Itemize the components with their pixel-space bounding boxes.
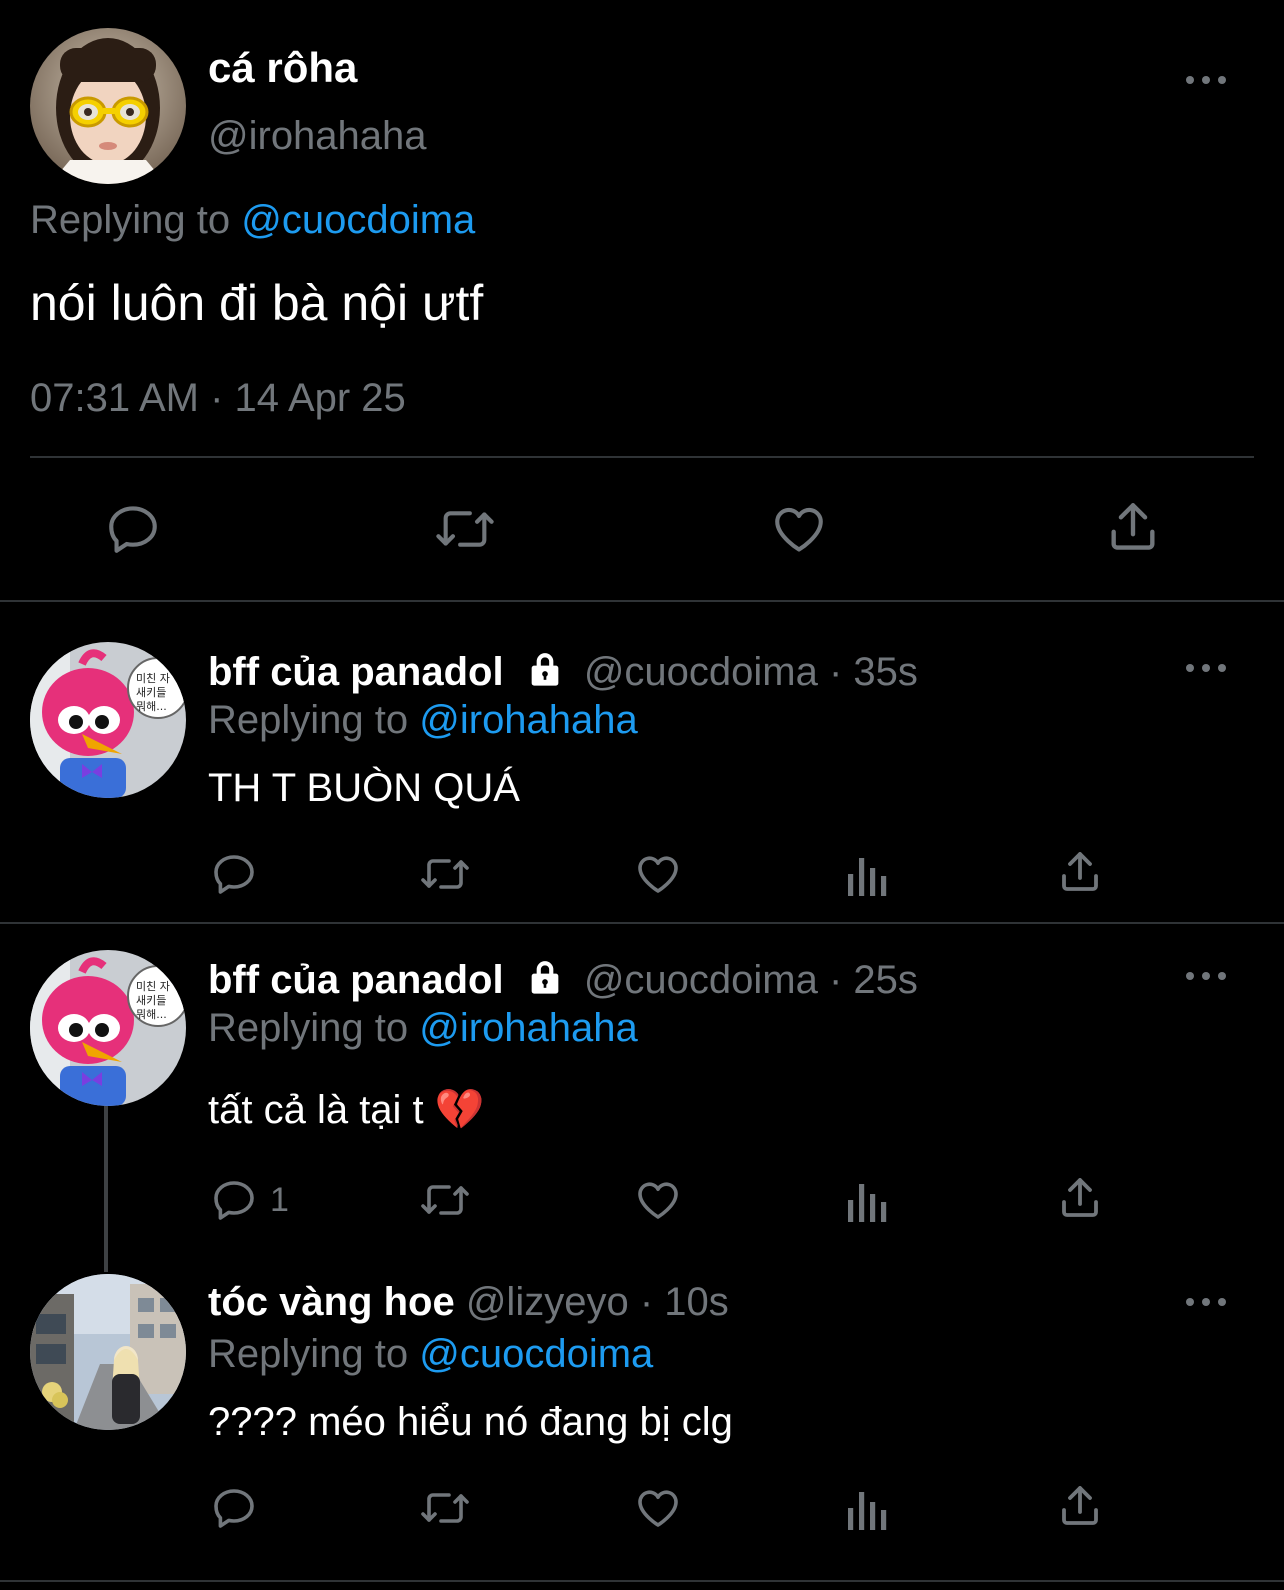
- user-handle[interactable]: @irohahaha: [208, 112, 427, 160]
- tweet-text: TH T BUÒN QUÁ: [208, 766, 520, 810]
- replying-to-label: Replying to: [208, 1006, 409, 1050]
- more-options-icon[interactable]: [1186, 1292, 1226, 1312]
- replying-to-label: Replying to: [208, 1332, 409, 1376]
- avatar[interactable]: [30, 1274, 186, 1430]
- display-name[interactable]: tóc vàng hoe: [208, 1280, 455, 1324]
- share-icon[interactable]: [1056, 1174, 1104, 1222]
- avatar-pink-bird-icon: 미친 자 새키들 뭐해...: [30, 950, 186, 1106]
- svg-text:미친 자: 미친 자: [136, 980, 170, 993]
- like-heart-icon[interactable]: [634, 1176, 682, 1224]
- tweet-text: tất cả là tại t 💔: [208, 1088, 485, 1132]
- svg-text:뭐해...: 뭐해...: [136, 699, 167, 713]
- lock-icon: [525, 649, 565, 700]
- author-line: bff của panadol @cuocdoima · 35s: [208, 648, 918, 700]
- analytics-icon[interactable]: [846, 1178, 890, 1224]
- replying-to-handle-link[interactable]: @cuocdoima: [419, 1332, 653, 1376]
- like-heart-icon[interactable]: [770, 500, 828, 558]
- share-icon[interactable]: [1056, 1482, 1104, 1530]
- replying-to-handle-link[interactable]: @irohahaha: [419, 698, 638, 742]
- svg-text:새키들: 새키들: [136, 994, 166, 1007]
- analytics-icon[interactable]: [846, 852, 890, 898]
- author-line: bff của panadol @cuocdoima · 25s: [208, 956, 918, 1008]
- avatar[interactable]: 미친 자 새키들 뭐해...: [30, 950, 186, 1106]
- lock-icon: [525, 957, 565, 1008]
- like-heart-icon[interactable]: [634, 1484, 682, 1532]
- more-options-icon[interactable]: [1186, 966, 1226, 986]
- retweet-icon[interactable]: [418, 850, 472, 898]
- tweet-text: ???? méo hiểu nó đang bị clg: [208, 1400, 733, 1444]
- replying-to-handle-link[interactable]: @cuocdoima: [241, 198, 475, 242]
- retweet-icon[interactable]: [418, 1484, 472, 1532]
- tweet-text: nói luôn đi bà nội ưtf: [30, 275, 484, 331]
- replying-to-line: Replying to @irohahaha: [208, 1004, 638, 1052]
- reply-icon[interactable]: 1: [210, 1176, 289, 1224]
- user-handle[interactable]: @cuocdoima: [584, 650, 818, 694]
- avatar-street-photo-icon: [30, 1274, 186, 1430]
- svg-text:뭐해...: 뭐해...: [136, 1007, 167, 1021]
- like-heart-icon[interactable]: [634, 850, 682, 898]
- relative-time[interactable]: · 10s: [640, 1280, 729, 1324]
- analytics-icon[interactable]: [846, 1486, 890, 1532]
- display-name[interactable]: bff của panadol: [208, 958, 504, 1002]
- share-icon[interactable]: [1056, 848, 1104, 896]
- user-handle[interactable]: @lizyeyo: [466, 1280, 629, 1324]
- divider: [0, 1580, 1284, 1582]
- more-options-icon[interactable]: [1186, 70, 1226, 90]
- replying-to-line: Replying to @cuocdoima: [30, 196, 475, 244]
- svg-text:새키들: 새키들: [136, 686, 166, 699]
- more-options-icon[interactable]: [1186, 658, 1226, 678]
- relative-time[interactable]: · 35s: [829, 650, 918, 694]
- divider: [0, 600, 1284, 602]
- relative-time[interactable]: · 25s: [829, 958, 918, 1002]
- reply-count: 1: [270, 1180, 289, 1219]
- avatar-pink-bird-icon: 미친 자 새키들 뭐해...: [30, 642, 186, 798]
- replying-to-label: Replying to: [30, 198, 231, 242]
- share-icon[interactable]: [1104, 498, 1162, 556]
- tweet-timestamp: 07:31 AM · 14 Apr 25: [30, 376, 406, 420]
- retweet-icon[interactable]: [432, 500, 498, 558]
- replying-to-line: Replying to @irohahaha: [208, 696, 638, 744]
- author-line: tóc vàng hoe @lizyeyo · 10s: [208, 1278, 729, 1326]
- user-handle[interactable]: @cuocdoima: [584, 958, 818, 1002]
- display-name[interactable]: cá rôha: [208, 44, 357, 92]
- avatar-girl-goggles-icon: [30, 28, 186, 184]
- retweet-icon[interactable]: [418, 1176, 472, 1224]
- replying-to-line: Replying to @cuocdoima: [208, 1330, 653, 1378]
- divider: [30, 456, 1254, 458]
- divider: [0, 922, 1284, 924]
- reply-icon[interactable]: [210, 1484, 268, 1532]
- replying-to-handle-link[interactable]: @irohahaha: [419, 1006, 638, 1050]
- speech-bubble-text: 미친 자: [136, 672, 170, 685]
- thread-connector-line: [104, 1106, 108, 1272]
- avatar[interactable]: 미친 자 새키들 뭐해...: [30, 642, 186, 798]
- replying-to-label: Replying to: [208, 698, 409, 742]
- reply-icon[interactable]: [210, 850, 268, 898]
- avatar[interactable]: [30, 28, 186, 184]
- display-name[interactable]: bff của panadol: [208, 650, 504, 694]
- reply-icon[interactable]: [104, 500, 162, 558]
